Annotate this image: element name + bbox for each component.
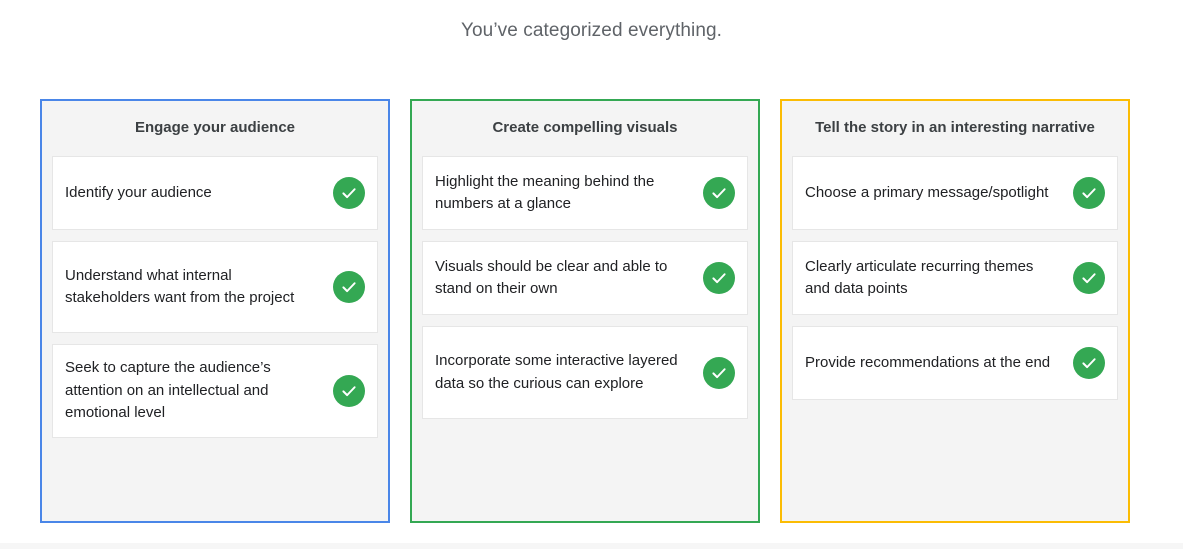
bucket-title: Create compelling visuals (492, 119, 678, 136)
category-card[interactable]: Visuals should be clear and able to stan… (422, 241, 748, 315)
check-circle-icon (1073, 262, 1105, 294)
completion-message: You’ve categorized everything. (460, 20, 723, 41)
category-bucket-compelling-visuals: Create compelling visuals Highlight the … (410, 99, 760, 523)
category-card[interactable]: Provide recommendations at the end (792, 326, 1118, 400)
card-label: Provide recommendations at the end (805, 353, 1051, 371)
categorization-result-page: You’ve categorized everything. Engage yo… (0, 0, 1183, 549)
check-circle-icon (703, 356, 735, 389)
bucket-title: Tell the story in an interesting narrati… (815, 119, 1095, 136)
footer-divider (0, 543, 1183, 549)
check-circle-icon (333, 177, 365, 209)
card-label: Highlight the meaning behind the numbers… (435, 172, 655, 213)
card-label: Incorporate some interactive layered dat… (435, 352, 678, 392)
category-card[interactable]: Identify your audience (52, 156, 378, 230)
card-label: Clearly articulate recurring themes and … (805, 257, 1034, 298)
check-circle-icon (703, 262, 735, 294)
check-circle-icon (1073, 177, 1105, 209)
check-circle-icon (1073, 347, 1105, 379)
category-bucket-engage-audience: Engage your audience Identify your audie… (40, 99, 390, 523)
card-label: Choose a primary message/spotlight (805, 183, 1049, 201)
check-circle-icon (333, 271, 365, 303)
card-label: Identify your audience (65, 183, 212, 201)
card-label: Understand what internal stakeholders wa… (65, 266, 295, 307)
bucket-title: Engage your audience (134, 119, 296, 136)
category-card[interactable]: Understand what internal stakeholders wa… (52, 241, 378, 333)
category-card[interactable]: Highlight the meaning behind the numbers… (422, 156, 748, 230)
category-card[interactable]: Incorporate some interactive layered dat… (422, 326, 748, 419)
card-label: Seek to capture the audience’s attention… (65, 359, 271, 422)
category-bucket-story-narrative: Tell the story in an interesting narrati… (780, 99, 1130, 523)
category-card[interactable]: Clearly articulate recurring themes and … (792, 241, 1118, 315)
category-card[interactable]: Choose a primary message/spotlight (792, 156, 1118, 230)
check-circle-icon (703, 177, 735, 209)
check-circle-icon (333, 375, 365, 407)
category-card[interactable]: Seek to capture the audience’s attention… (52, 344, 378, 438)
card-label: Visuals should be clear and able to stan… (435, 257, 668, 298)
